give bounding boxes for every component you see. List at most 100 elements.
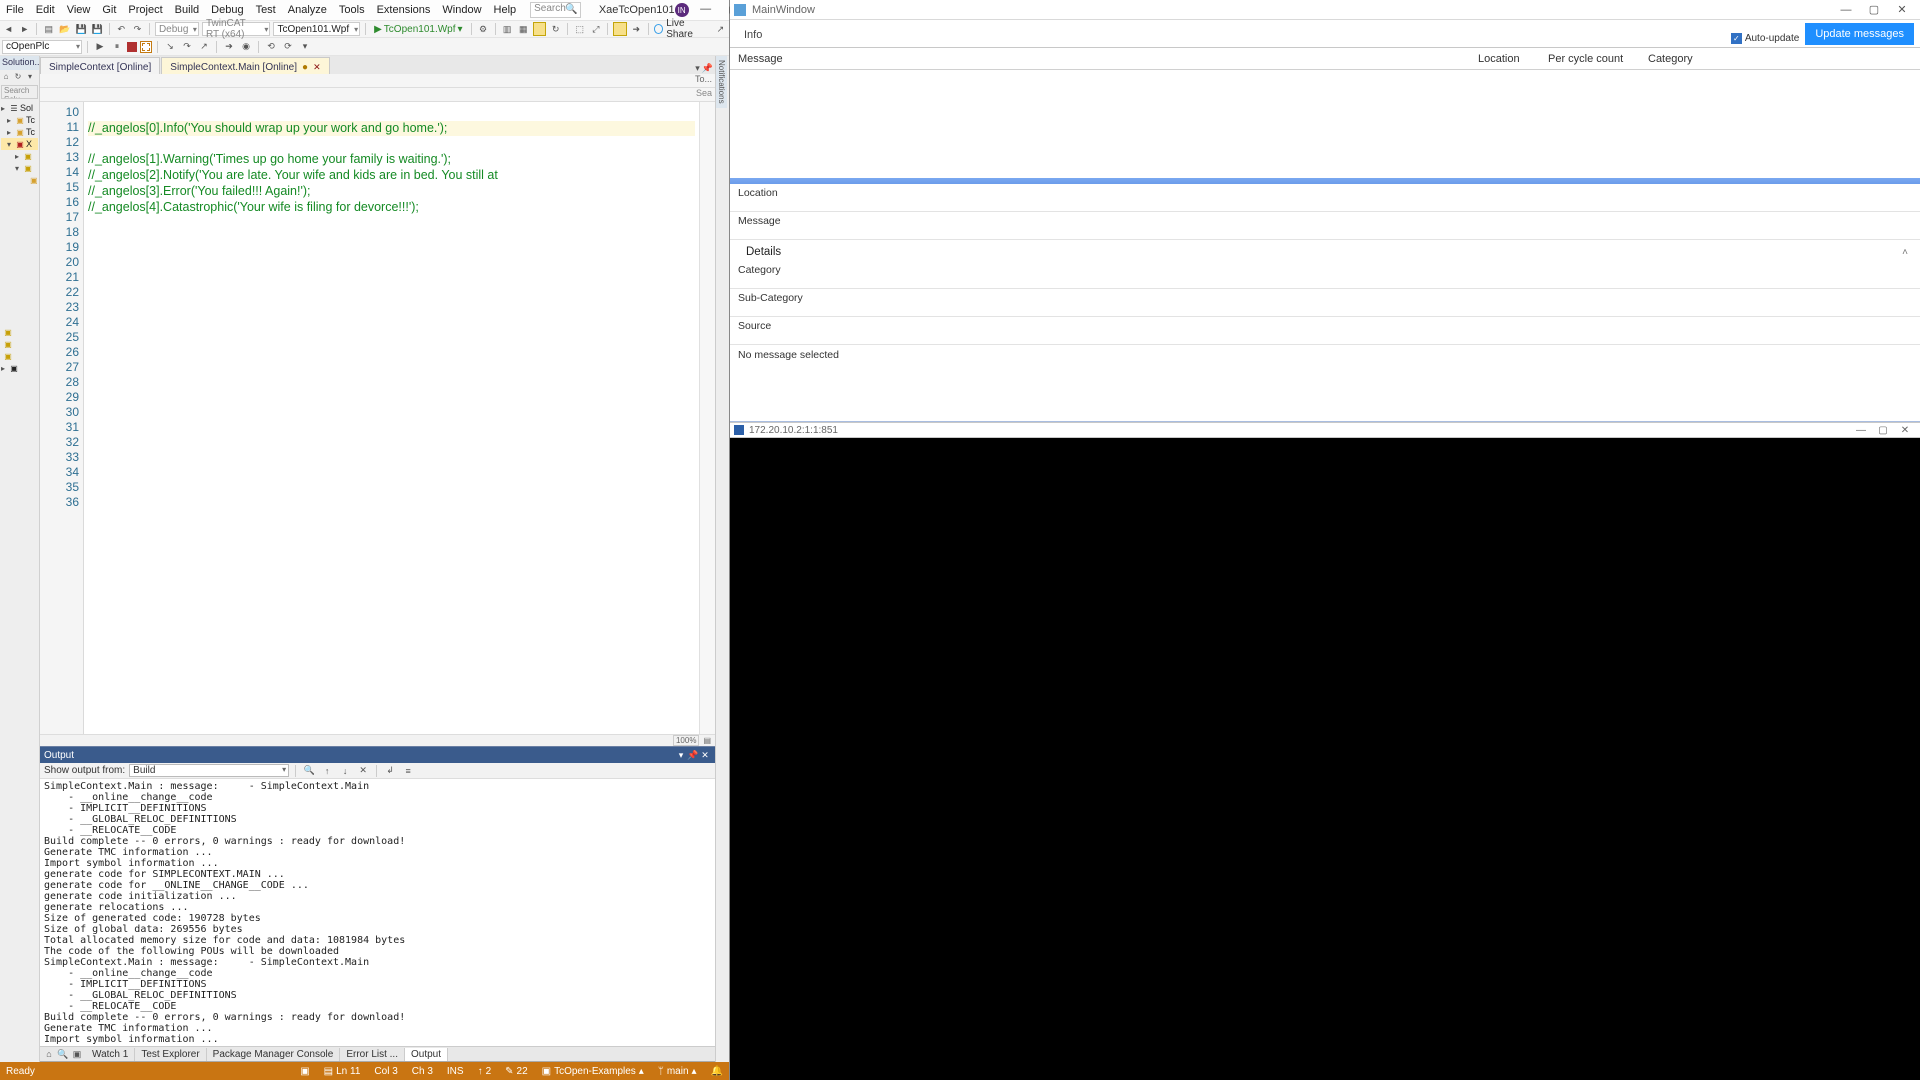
col-location[interactable]: Location: [1470, 53, 1540, 65]
code-editor[interactable]: //_angelos[0].Info('You should wrap up y…: [84, 102, 699, 734]
details-header[interactable]: Details ˄: [730, 240, 1920, 261]
step-out-icon[interactable]: ↗: [197, 40, 211, 54]
startup-dropdown[interactable]: TcOpen101.Wpf: [273, 22, 360, 36]
menu-edit[interactable]: Edit: [30, 4, 61, 16]
update-messages-button[interactable]: Update messages: [1805, 23, 1914, 45]
toolbox-icon[interactable]: ▥: [501, 22, 514, 36]
output-toggle-icon[interactable]: ≡: [401, 764, 415, 778]
stop-icon[interactable]: [127, 42, 137, 52]
menu-git[interactable]: Git: [96, 4, 122, 16]
output-text[interactable]: SimpleContext.Main : message: - SimpleCo…: [40, 779, 715, 1046]
output-find-icon[interactable]: 🔍: [302, 764, 316, 778]
restart-icon[interactable]: ↻: [549, 22, 562, 36]
tab-info[interactable]: Info: [736, 25, 770, 47]
menu-analyze[interactable]: Analyze: [282, 4, 333, 16]
menu-build[interactable]: Build: [169, 4, 205, 16]
start-debug-button[interactable]: ▶ TcOpen101.Wpf ▾: [371, 24, 465, 35]
tree-node-tc2[interactable]: Tc: [26, 127, 35, 137]
more-icon[interactable]: ▾: [298, 40, 312, 54]
pause-icon[interactable]: ⏸: [110, 40, 124, 54]
redo-icon[interactable]: ↷: [131, 22, 144, 36]
target-icon[interactable]: ⬚: [573, 22, 586, 36]
col-message[interactable]: Message: [730, 53, 1470, 65]
output-source-dropdown[interactable]: Build: [129, 764, 289, 777]
feedback-icon[interactable]: ↗: [714, 22, 727, 36]
solution-search-input[interactable]: Search Solu: [1, 85, 38, 99]
step-over-icon[interactable]: ↷: [180, 40, 194, 54]
tab-output[interactable]: Output: [405, 1048, 448, 1061]
menu-help[interactable]: Help: [488, 4, 523, 16]
split-icon[interactable]: ▤: [703, 736, 711, 745]
restart-debug-icon[interactable]: [140, 41, 152, 53]
show-next-icon[interactable]: ➔: [222, 40, 236, 54]
term-minimize-button[interactable]: —: [1850, 425, 1872, 436]
show-online-icon[interactable]: [613, 22, 626, 36]
status-upload[interactable]: ↑ 2: [478, 1066, 492, 1077]
output-clear-icon[interactable]: ✕: [356, 764, 370, 778]
scan-icon[interactable]: ⤢: [589, 22, 602, 36]
save-all-icon[interactable]: 💾: [91, 22, 104, 36]
menu-file[interactable]: File: [0, 4, 30, 16]
hex-icon[interactable]: ⟲: [264, 40, 278, 54]
menu-tools[interactable]: Tools: [333, 4, 371, 16]
tab-error-list[interactable]: Error List ...: [340, 1048, 405, 1061]
status-download[interactable]: ✎ 22: [505, 1066, 528, 1077]
process-dropdown[interactable]: cOpenPlc: [2, 40, 82, 54]
tree-node-x[interactable]: X: [26, 139, 32, 149]
nav-back-icon[interactable]: ◄: [2, 22, 15, 36]
threads-icon[interactable]: ⟳: [281, 40, 295, 54]
tab-simplecontext[interactable]: SimpleContext [Online]: [40, 57, 160, 74]
notifications-tab[interactable]: Notifications: [716, 56, 727, 108]
col-category[interactable]: Category: [1640, 53, 1920, 65]
mw-minimize-button[interactable]: —: [1832, 4, 1860, 16]
menu-debug[interactable]: Debug: [205, 4, 249, 16]
login-icon[interactable]: ➜: [630, 22, 643, 36]
output-next-icon[interactable]: ↓: [338, 764, 352, 778]
menu-extensions[interactable]: Extensions: [371, 4, 437, 16]
home-icon[interactable]: ⌂: [1, 71, 11, 81]
tool-home-icon[interactable]: ⌂: [43, 1048, 55, 1060]
tab-simplecontext-main[interactable]: SimpleContext.Main [Online] ● ✕: [161, 57, 329, 74]
tree-node-solution[interactable]: Sol: [20, 103, 33, 113]
output-close-icon[interactable]: ✕: [699, 750, 711, 761]
tab-watch1[interactable]: Watch 1: [86, 1048, 135, 1061]
mw-maximize-button[interactable]: ▢: [1860, 3, 1888, 16]
status-notify-icon[interactable]: 🔔: [711, 1066, 723, 1077]
tool-find-icon[interactable]: 🔍: [57, 1048, 69, 1060]
term-maximize-button[interactable]: ▢: [1872, 425, 1894, 436]
nav-bar-dropdown[interactable]: To...: [695, 74, 712, 87]
breakpoints-icon[interactable]: ◉: [239, 40, 253, 54]
message-grid-body[interactable]: [730, 70, 1920, 178]
output-prev-icon[interactable]: ↑: [320, 764, 334, 778]
menu-window[interactable]: Window: [436, 4, 487, 16]
terminal-body[interactable]: [730, 438, 1920, 1080]
tab-dropdown-icon[interactable]: ▾: [695, 63, 700, 74]
open-icon[interactable]: 📂: [58, 22, 71, 36]
nav-fwd-icon[interactable]: ►: [18, 22, 31, 36]
search-input[interactable]: Search 🔍: [530, 2, 581, 18]
config-dropdown[interactable]: Debug: [155, 22, 199, 36]
minimap[interactable]: [699, 102, 715, 734]
properties-icon[interactable]: ⚙: [476, 22, 489, 36]
menu-view[interactable]: View: [61, 4, 97, 16]
output-wrap-icon[interactable]: ↲: [383, 764, 397, 778]
editor-search-hint[interactable]: Sea: [696, 88, 712, 101]
zoom-control[interactable]: 100%: [673, 735, 699, 746]
minimize-button[interactable]: —: [695, 3, 717, 17]
activate-config-icon[interactable]: [533, 22, 546, 36]
status-branch[interactable]: ᛘ main ▴: [658, 1066, 697, 1077]
menu-test[interactable]: Test: [250, 4, 282, 16]
term-close-button[interactable]: ✕: [1894, 425, 1916, 436]
live-share-button[interactable]: Live Share: [654, 18, 711, 40]
layout-icon[interactable]: ▦: [517, 22, 530, 36]
save-icon[interactable]: 💾: [75, 22, 88, 36]
step-into-icon[interactable]: ↘: [163, 40, 177, 54]
continue-icon[interactable]: ▶: [93, 40, 107, 54]
tab-test-explorer[interactable]: Test Explorer: [135, 1048, 206, 1061]
refresh-icon[interactable]: ↻: [13, 71, 23, 81]
tree-node-tc1[interactable]: Tc: [26, 115, 35, 125]
tab-pmc[interactable]: Package Manager Console: [207, 1048, 341, 1061]
status-repo[interactable]: ▣ TcOpen-Examples ▴: [542, 1066, 644, 1077]
tool-tc-icon[interactable]: ▣: [71, 1048, 83, 1060]
auto-update-checkbox[interactable]: ✓ Auto-update: [1731, 33, 1800, 47]
